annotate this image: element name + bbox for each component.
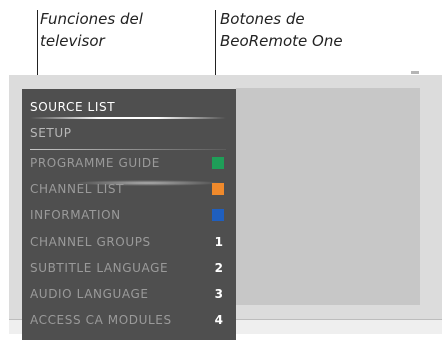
digit-button-label: 1 (214, 235, 223, 249)
tv-menu-panel: SOURCE LIST SETUP PROGRAMME GUIDE CHANNE… (22, 89, 236, 340)
tv-screen (236, 88, 420, 305)
tv-functions-caption-line2: televisor (40, 32, 105, 50)
menu-item-programme-guide[interactable]: PROGRAMME GUIDE (30, 152, 228, 174)
menu-item-information[interactable]: INFORMATION (30, 204, 228, 226)
menu-item-audio-language[interactable]: AUDIO LANGUAGE 3 (30, 283, 228, 305)
remote-buttons-caption: Botones de BeoRemote One (220, 8, 343, 52)
menu-item-channel-groups[interactable]: CHANNEL GROUPS 1 (30, 231, 228, 253)
remote-buttons-caption-line2: BeoRemote One (220, 32, 343, 50)
tv-functions-caption: Funciones del televisor (40, 8, 143, 52)
menu-item-label: ACCESS CA MODULES (30, 313, 172, 327)
menu-item-label: INFORMATION (30, 208, 121, 222)
green-button-icon (212, 157, 224, 169)
blue-button-icon (212, 209, 224, 221)
digit-button-label: 3 (214, 287, 223, 301)
menu-item-access-ca-modules[interactable]: ACCESS CA MODULES 4 (30, 309, 228, 331)
selection-underline (30, 117, 226, 119)
menu-item-label: AUDIO LANGUAGE (30, 287, 149, 301)
menu-item-label: CHANNEL LIST (30, 182, 125, 196)
digit-button-label: 2 (214, 261, 223, 275)
remote-buttons-caption-line1: Botones de (220, 10, 305, 28)
menu-item-subtitle-language[interactable]: SUBTITLE LANGUAGE 2 (30, 257, 228, 279)
tv-corner-mark (411, 71, 419, 74)
menu-item-label: SOURCE LIST (30, 100, 116, 114)
yellow-button-icon (212, 183, 224, 195)
digit-button-label: 4 (214, 313, 223, 327)
menu-item-source-list[interactable]: SOURCE LIST (30, 96, 228, 118)
menu-item-label: SETUP (30, 126, 72, 140)
menu-item-setup[interactable]: SETUP (30, 122, 228, 144)
tv-functions-caption-line1: Funciones del (40, 10, 143, 28)
menu-item-label: PROGRAMME GUIDE (30, 156, 160, 170)
menu-item-label: CHANNEL GROUPS (30, 235, 151, 249)
menu-item-channel-list[interactable]: CHANNEL LIST (30, 178, 228, 200)
menu-item-label: SUBTITLE LANGUAGE (30, 261, 169, 275)
menu-divider (30, 149, 226, 150)
